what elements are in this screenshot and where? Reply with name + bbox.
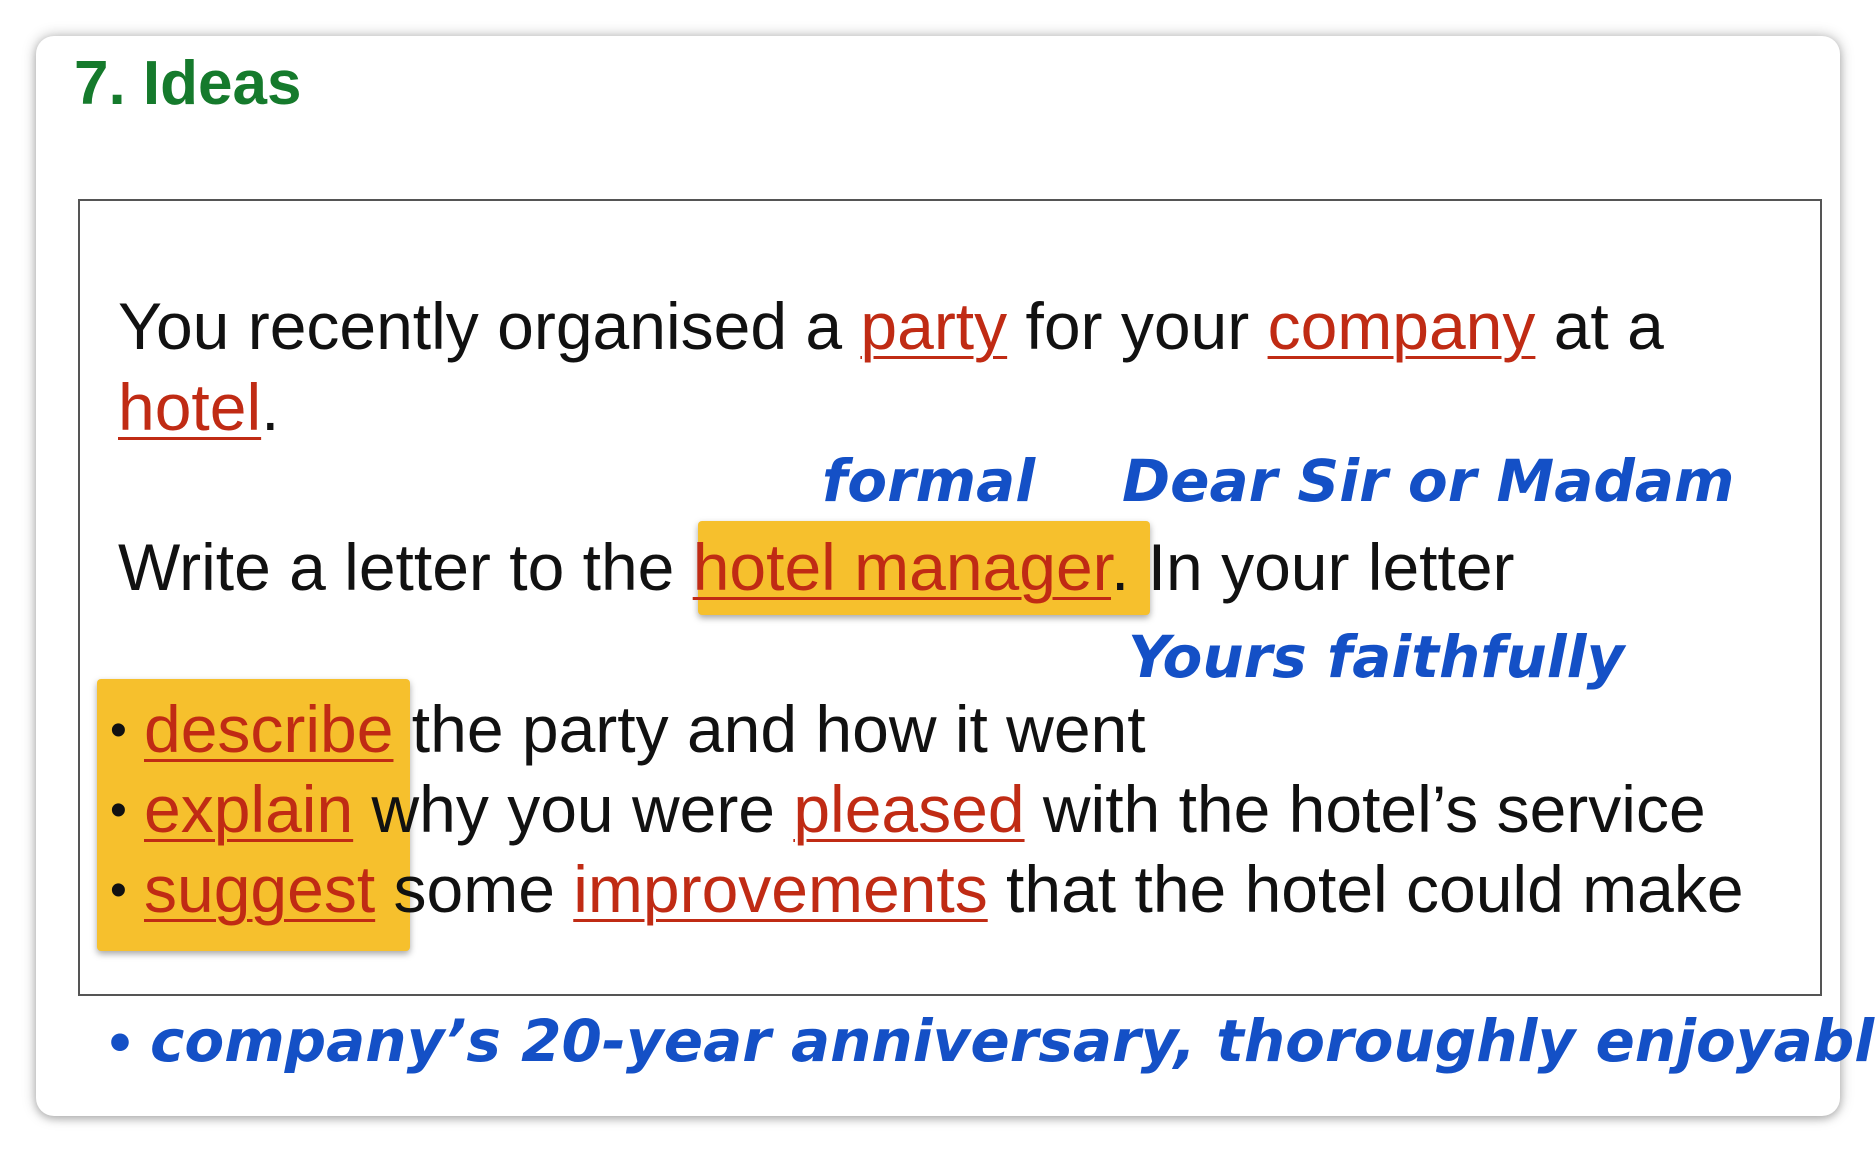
keyword-explain: explain (144, 772, 354, 846)
page-title: 7. Ideas (74, 49, 302, 118)
note-formal: formal (822, 447, 1036, 515)
idea-bullet-dot: • (104, 1015, 136, 1073)
keyword-suggest: suggest (144, 852, 376, 926)
task-text: You recently organised a (118, 289, 861, 363)
note-greeting: Dear Sir or Madam (1122, 447, 1735, 515)
task-line-1: You recently organised a party for your … (118, 286, 1664, 366)
task-text: . (261, 370, 280, 444)
task-text: Write a letter to the (118, 530, 693, 604)
keyword-hotel: hotel (118, 370, 262, 444)
keyword-hotel-manager: hotel manager (692, 530, 1112, 604)
bullet-dot: • (110, 784, 127, 837)
task-text: why you were (353, 772, 794, 846)
note-idea: • company’s 20-year anniversary, thorough… (104, 1006, 1876, 1079)
bullet-dot: • (110, 864, 127, 917)
task-text: that the hotel could make (987, 852, 1744, 926)
task-text: . In your letter (1111, 530, 1515, 604)
task-bullet-explain: • explain why you were pleased with the h… (110, 769, 1706, 851)
keyword-pleased: pleased (793, 772, 1025, 846)
task-line-3: Write a letter to the hotel manager. In … (118, 527, 1515, 607)
task-text: at a (1535, 289, 1664, 363)
keyword-party: party (860, 289, 1008, 363)
task-bullet-describe: • describe the party and how it went (110, 689, 1146, 771)
task-text: the party and how it went (393, 692, 1146, 766)
task-text: with the hotel’s service (1024, 772, 1706, 846)
keyword-company: company (1267, 289, 1536, 363)
keyword-improvements: improvements (573, 852, 988, 926)
task-bullet-suggest: • suggest some improvements that the hote… (110, 849, 1744, 931)
note-closing: Yours faithfully (1128, 623, 1625, 691)
task-text: for your (1007, 289, 1268, 363)
bullet-dot: • (110, 704, 127, 757)
task-line-2: hotel. (118, 367, 279, 447)
idea-text: company’s 20-year anniversary, thoroughl… (149, 1007, 1876, 1075)
task-text: some (375, 852, 574, 926)
keyword-describe: describe (144, 692, 394, 766)
